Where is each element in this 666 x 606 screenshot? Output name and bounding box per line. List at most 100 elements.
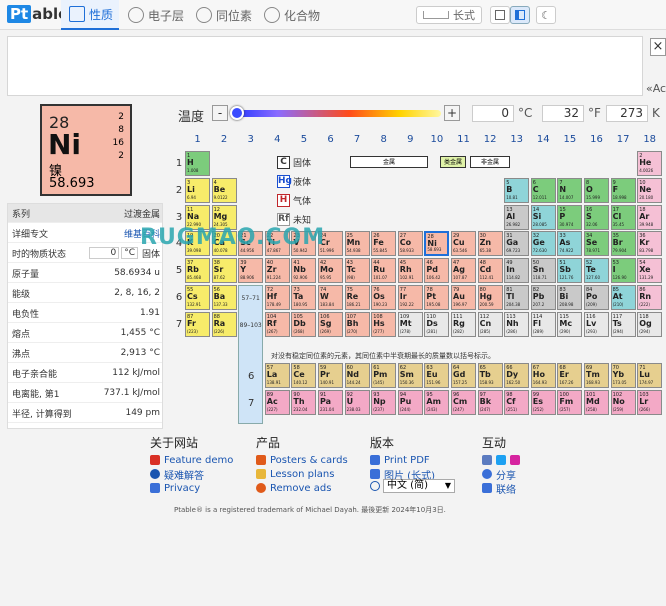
property-key[interactable]: 电离能, 第1 — [12, 387, 104, 400]
element-cell[interactable]: 50 Sn 118.71 — [530, 258, 556, 284]
element-cell[interactable]: 92 U 238.03 — [344, 390, 370, 415]
privacy-link[interactable]: Privacy — [150, 481, 233, 495]
element-cell[interactable]: 49 In 114.82 — [504, 258, 530, 284]
element-cell[interactable]: 75 Re 186.21 — [344, 285, 370, 310]
element-cell[interactable]: 77 Ir 192.22 — [397, 285, 423, 310]
metal-category-header[interactable]: 金属 — [350, 156, 428, 168]
element-cell[interactable]: 44 Ru 101.07 — [371, 258, 397, 284]
period-number[interactable]: 7 — [174, 319, 184, 330]
element-cell[interactable]: 42 Mo 95.95 — [318, 258, 343, 284]
search-area[interactable] — [7, 36, 643, 96]
element-cell[interactable]: 93 Np (237) — [371, 390, 397, 415]
element-cell[interactable]: 112 Cn (285) — [477, 311, 503, 337]
element-cell[interactable]: 46 Pd 106.42 — [424, 258, 450, 284]
instagram-icon[interactable] — [510, 455, 520, 465]
element-cell[interactable]: 54 Xe 131.29 — [637, 258, 663, 284]
element-cell[interactable]: 83 Bi 208.98 — [557, 285, 583, 310]
element-cell[interactable]: 104 Rf (267) — [264, 311, 290, 337]
element-cell[interactable]: 47 Ag 107.87 — [451, 258, 476, 284]
wide-layout-button[interactable]: 长式 — [416, 6, 482, 24]
element-cell[interactable]: 43 Tc (98) — [344, 258, 370, 284]
element-cell[interactable]: 15 P 30.974 — [557, 204, 583, 230]
element-cell[interactable]: 10 Ne 20.180 — [637, 177, 663, 203]
element-cell[interactable]: 90 Th 232.04 — [291, 390, 317, 415]
element-cell[interactable]: 53 I 126.90 — [610, 258, 636, 284]
element-cell[interactable]: 87 Fr (223) — [185, 311, 210, 337]
element-cell[interactable]: 63 Eu 151.96 — [424, 363, 450, 388]
remove-ads-link[interactable]: Remove ads — [256, 481, 348, 495]
element-cell[interactable]: 99 Es (252) — [530, 390, 556, 415]
element-cell[interactable]: 37 Rb 85.468 — [185, 258, 210, 284]
period-number[interactable]: 6 — [174, 292, 184, 303]
element-cell[interactable]: 51 Sb 121.76 — [557, 258, 583, 284]
element-cell[interactable]: 76 Os 190.23 — [371, 285, 397, 310]
element-cell[interactable]: 34 Se 78.971 — [584, 231, 609, 257]
group-number[interactable]: 9 — [398, 134, 423, 145]
element-cell[interactable]: 68 Er 167.26 — [557, 363, 583, 388]
element-cell[interactable]: 95 Am (243) — [424, 390, 450, 415]
period-number[interactable]: 3 — [174, 212, 184, 223]
element-cell[interactable]: 13 Al 26.982 — [504, 204, 530, 230]
element-cell[interactable]: 61 Pm (145) — [371, 363, 397, 388]
faq-link[interactable]: 疑难解答 — [150, 467, 233, 482]
element-cell[interactable]: 110 Ds (281) — [424, 311, 450, 337]
share-link[interactable]: 分享 — [482, 467, 524, 482]
element-cell[interactable]: 38 Sr 87.62 — [211, 258, 237, 284]
group-number[interactable]: 15 — [557, 134, 582, 145]
element-cell[interactable]: 60 Nd 144.24 — [344, 363, 370, 388]
email-icon[interactable] — [482, 455, 492, 465]
group-number[interactable]: 12 — [478, 134, 503, 145]
element-cell[interactable]: 17 Cl 35.45 — [610, 204, 636, 230]
element-cell[interactable]: 3 Li 6.94 — [185, 177, 210, 203]
element-cell[interactable]: 9 F 18.998 — [610, 177, 636, 203]
element-cell[interactable]: 25 Mn 54.938 — [344, 231, 370, 257]
element-cell[interactable]: 71 Lu 174.97 — [637, 363, 663, 388]
element-cell[interactable]: 97 Bk (247) — [477, 390, 503, 415]
period-number[interactable]: 5 — [174, 265, 184, 276]
element-cell[interactable]: 84 Po (209) — [584, 285, 609, 310]
group-number[interactable]: 6 — [318, 134, 343, 145]
tab-compounds[interactable]: 化合物 — [264, 0, 324, 30]
element-cell[interactable]: 98 Cf (251) — [504, 390, 530, 415]
element-cell[interactable]: 28 Ni 58.693 — [424, 231, 450, 257]
group-number[interactable]: 8 — [371, 134, 396, 145]
group-number[interactable]: 3 — [238, 134, 263, 145]
element-cell[interactable]: 89 Ac (227) — [264, 390, 290, 415]
group-number[interactable]: 11 — [451, 134, 476, 145]
element-cell[interactable]: 62 Sm 150.36 — [397, 363, 423, 388]
element-cell[interactable]: 5 B 10.81 — [504, 177, 530, 203]
nonmetal-category-header[interactable]: 非金属 — [470, 156, 510, 168]
element-cell[interactable]: 2 He 4.0026 — [637, 151, 663, 176]
tab-electrons[interactable]: 电子层 — [128, 0, 188, 30]
element-cell[interactable]: 108 Hs (277) — [371, 311, 397, 337]
property-key[interactable]: 半径, 计算得到 — [12, 407, 125, 420]
element-cell[interactable]: 32 Ge 72.630 — [530, 231, 556, 257]
celsius-input[interactable]: 0 — [472, 105, 514, 122]
element-cell[interactable]: 69 Tm 168.93 — [584, 363, 609, 388]
element-cell[interactable]: 52 Te 127.60 — [584, 258, 609, 284]
element-cell[interactable]: 67 Ho 164.93 — [530, 363, 556, 388]
ptable-logo[interactable]: Pt able — [7, 5, 68, 23]
temperature-slider-handle[interactable] — [230, 106, 244, 120]
temperature-increase-button[interactable]: + — [444, 105, 460, 121]
element-cell[interactable]: 109 Mt (278) — [397, 311, 423, 337]
element-cell[interactable]: 14 Si 28.085 — [530, 204, 556, 230]
dark-mode-button[interactable]: ☾ — [536, 6, 556, 24]
twitter-icon[interactable] — [496, 455, 506, 465]
element-cell[interactable]: 31 Ga 69.723 — [504, 231, 530, 257]
element-cell[interactable]: 56 Ba 137.33 — [211, 285, 237, 310]
element-cell[interactable]: 111 Rg (282) — [451, 311, 476, 337]
element-cell[interactable]: 1 H 1.008 — [185, 151, 210, 176]
compact-layout-button[interactable] — [490, 6, 510, 24]
element-cell[interactable]: 41 Nb 92.906 — [291, 258, 317, 284]
element-cell[interactable]: 66 Dy 162.50 — [504, 363, 530, 388]
element-cell[interactable]: 72 Hf 178.49 — [264, 285, 290, 310]
element-cell[interactable]: 79 Au 196.97 — [451, 285, 476, 310]
group-number[interactable]: 5 — [291, 134, 316, 145]
element-cell[interactable]: 101 Md (258) — [584, 390, 609, 415]
element-cell[interactable]: 70 Yb 173.05 — [610, 363, 636, 388]
element-cell[interactable]: 73 Ta 180.95 — [291, 285, 317, 310]
element-cell[interactable]: 94 Pu (244) — [397, 390, 423, 415]
element-cell[interactable]: 81 Tl 204.38 — [504, 285, 530, 310]
group-number[interactable]: 14 — [531, 134, 556, 145]
